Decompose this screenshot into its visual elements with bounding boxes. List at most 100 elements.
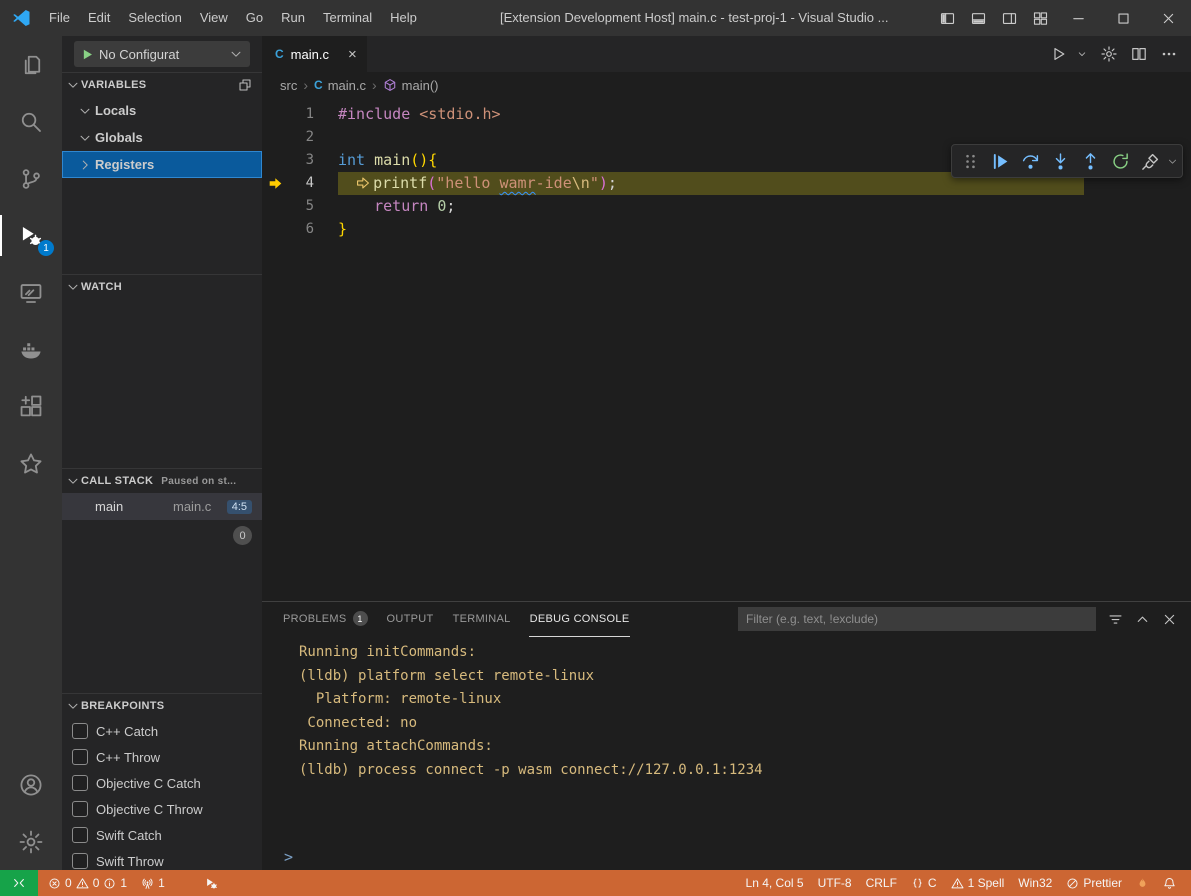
restart-button[interactable] — [1106, 146, 1135, 176]
stack-frame[interactable]: main main.c 4:5 — [62, 493, 262, 520]
problems-status[interactable]: 0 0 1 — [41, 870, 134, 896]
status-platform[interactable]: Win32 — [1011, 870, 1059, 896]
warnings-icon — [76, 877, 89, 890]
panel-tab-problems[interactable]: PROBLEMS1 — [282, 602, 369, 637]
breakpoint-checkbox[interactable] — [72, 853, 88, 869]
toggle-sidebar-button[interactable] — [932, 0, 963, 36]
breakpoint-checkbox[interactable] — [72, 775, 88, 791]
panel-tab-debug-console[interactable]: DEBUG CONSOLE — [529, 602, 631, 637]
breakpoint-row[interactable]: Swift Catch — [62, 822, 262, 848]
debug-console-input-row[interactable]: > — [262, 844, 1191, 870]
watch-section-header[interactable]: WATCH — [62, 275, 262, 299]
menu-run[interactable]: Run — [272, 0, 314, 36]
status-flame[interactable] — [1129, 870, 1156, 896]
activitybar-accounts[interactable] — [0, 756, 62, 813]
status-spell-checker[interactable]: 1 Spell — [944, 870, 1012, 896]
menu-terminal[interactable]: Terminal — [314, 0, 381, 36]
breakpoint-checkbox[interactable] — [72, 801, 88, 817]
toggle-panel-button[interactable] — [963, 0, 994, 36]
run-or-debug-button[interactable] — [1051, 46, 1067, 62]
activitybar-favorites[interactable] — [0, 435, 62, 492]
customize-layout-button[interactable] — [1025, 0, 1056, 36]
activitybar-run-and-debug[interactable]: 1 — [0, 207, 62, 264]
menu-selection[interactable]: Selection — [119, 0, 190, 36]
panel-tab-terminal[interactable]: TERMINAL — [452, 602, 512, 637]
breakpoints-section-header[interactable]: BREAKPOINTS — [62, 694, 262, 718]
collapse-all-icon[interactable] — [238, 78, 252, 92]
debug-configure-button[interactable] — [1101, 46, 1117, 62]
close-panel-icon[interactable] — [1162, 612, 1177, 627]
status-prettier[interactable]: Prettier — [1059, 870, 1129, 896]
activitybar-extensions[interactable] — [0, 378, 62, 435]
panel-tabs: PROBLEMS1 OUTPUT TERMINAL DEBUG CONSOLE — [282, 602, 630, 636]
breadcrumb-main-c[interactable]: Cmain.c — [314, 78, 366, 93]
breakpoint-row[interactable]: C++ Catch — [62, 718, 262, 744]
call-stack-status: Paused on st... — [161, 476, 236, 487]
activitybar-search[interactable] — [0, 93, 62, 150]
close-tab-icon[interactable]: × — [348, 47, 357, 62]
start-debugging-icon[interactable] — [81, 48, 94, 61]
call-stack-section-header[interactable]: CALL STACK Paused on st... — [62, 469, 262, 493]
menu-help[interactable]: Help — [381, 0, 426, 36]
variables-item-globals[interactable]: Globals — [62, 124, 262, 151]
breakpoint-row[interactable]: Objective C Throw — [62, 796, 262, 822]
step-out-button[interactable] — [1076, 146, 1105, 176]
status-cursor-position[interactable]: Ln 4, Col 5 — [739, 870, 811, 896]
breakpoint-checkbox[interactable] — [72, 749, 88, 765]
activitybar-source-control[interactable] — [0, 150, 62, 207]
breakpoint-row[interactable]: Swift Throw — [62, 848, 262, 870]
breakpoint-checkbox[interactable] — [72, 827, 88, 843]
debug-current-line-arrow-icon[interactable] — [262, 176, 288, 191]
split-editor-button[interactable] — [1131, 46, 1147, 62]
maximize-panel-icon[interactable] — [1135, 612, 1150, 627]
chevron-down-icon[interactable] — [1166, 156, 1178, 167]
more-actions-button[interactable] — [1161, 46, 1177, 62]
step-over-icon — [1021, 152, 1040, 171]
variables-item-locals[interactable]: Locals — [62, 97, 262, 124]
tab-main-c[interactable]: C main.c × — [262, 36, 367, 72]
status-encoding[interactable]: UTF-8 — [811, 870, 859, 896]
activitybar-explorer[interactable] — [0, 36, 62, 93]
breadcrumb-main[interactable]: main() — [383, 78, 439, 93]
activitybar-remote-explorer[interactable] — [0, 264, 62, 321]
panel-tab-output[interactable]: OUTPUT — [386, 602, 435, 637]
minimize-button[interactable] — [1056, 0, 1101, 36]
console-options-icon[interactable] — [1108, 612, 1123, 627]
breadcrumb-src[interactable]: src — [280, 78, 297, 93]
console-filter-input[interactable] — [738, 607, 1096, 631]
breakpoint-row[interactable]: Objective C Catch — [62, 770, 262, 796]
maximize-button[interactable] — [1101, 0, 1146, 36]
remote-indicator[interactable] — [0, 870, 38, 896]
step-over-button[interactable] — [1016, 146, 1045, 176]
menu-go[interactable]: Go — [237, 0, 272, 36]
launch-configuration-dropdown[interactable]: No Configurat — [74, 41, 250, 67]
errors-icon — [48, 877, 61, 890]
status-language-mode[interactable]: C — [904, 870, 944, 896]
breakpoint-row[interactable]: C++ Throw — [62, 744, 262, 770]
menu-file[interactable]: File — [40, 0, 79, 36]
breakpoint-checkbox[interactable] — [72, 723, 88, 739]
status-notifications[interactable] — [1156, 870, 1183, 896]
variables-item-registers[interactable]: Registers — [62, 151, 262, 178]
chevron-down-icon[interactable] — [1081, 49, 1087, 59]
code-editor[interactable]: 1#include <stdio.h>23int main(){4 printf… — [262, 98, 1191, 601]
activitybar-docker[interactable] — [0, 321, 62, 378]
code-line-6: 6} — [262, 218, 1191, 241]
menu-view[interactable]: View — [191, 0, 237, 36]
disconnect-button[interactable] — [1136, 146, 1165, 176]
ports-count: 1 — [158, 876, 165, 890]
variables-section-header[interactable]: VARIABLES — [62, 73, 262, 97]
status-eol[interactable]: CRLF — [859, 870, 904, 896]
drag-handle-button[interactable] — [956, 146, 985, 176]
step-into-button[interactable] — [1046, 146, 1075, 176]
menu-edit[interactable]: Edit — [79, 0, 119, 36]
stack-frame-function: main — [95, 499, 173, 514]
forwarded-ports-status[interactable]: 1 — [134, 870, 172, 896]
chevron-down-icon — [66, 280, 80, 294]
activitybar-manage[interactable] — [0, 813, 62, 870]
code-text: int main(){ — [338, 149, 437, 172]
toggle-secondary-sidebar-button[interactable] — [994, 0, 1025, 36]
continue-button[interactable] — [986, 146, 1015, 176]
close-window-button[interactable] — [1146, 0, 1191, 36]
debug-session-status[interactable] — [198, 870, 225, 896]
